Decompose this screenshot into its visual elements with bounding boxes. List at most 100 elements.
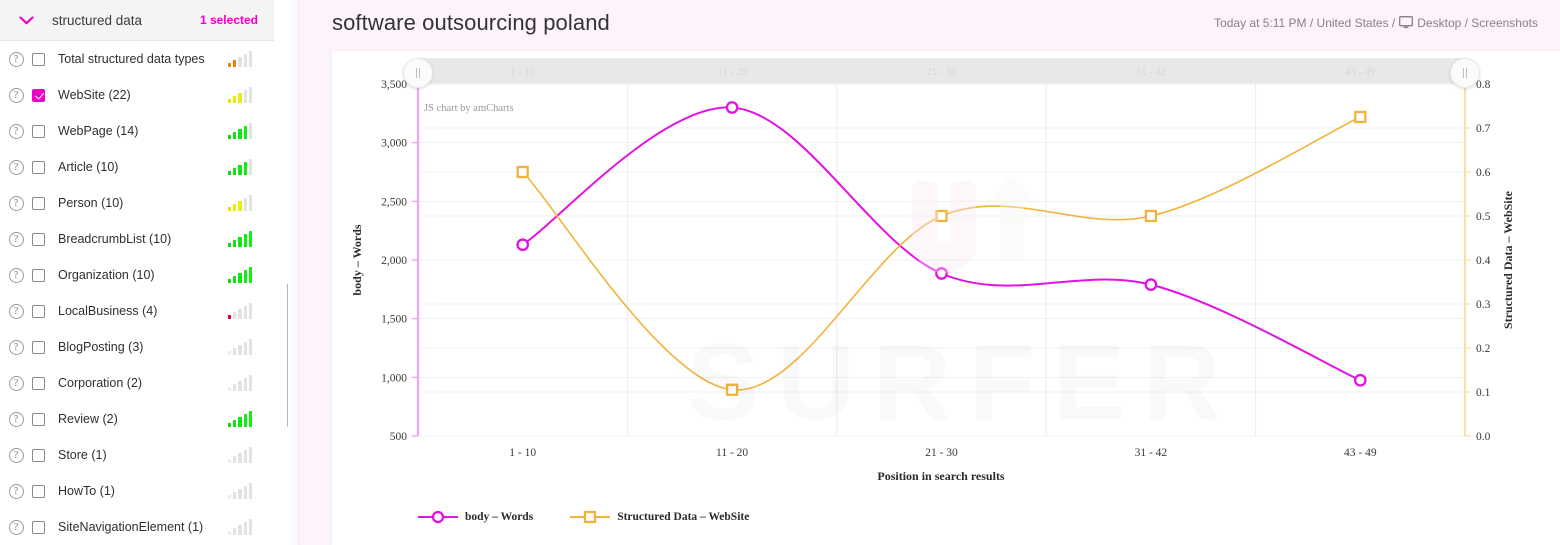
- list-item[interactable]: ? WebSite (22): [0, 77, 274, 113]
- list-item-label: Corporation (2): [58, 376, 143, 390]
- list-item[interactable]: ? BreadcrumbList (10): [0, 221, 274, 257]
- mini-bar-indicator: [228, 519, 274, 535]
- data-point-body-words-2[interactable]: [935, 267, 948, 280]
- item-checkbox[interactable]: [32, 304, 58, 318]
- item-checkbox[interactable]: [32, 448, 58, 462]
- list-item[interactable]: ? Article (10): [0, 149, 274, 185]
- mini-bar-indicator: [228, 339, 274, 355]
- mini-bar: [248, 411, 252, 427]
- list-item-label: BreadcrumbList (10): [58, 232, 172, 246]
- data-point-structured-data-2[interactable]: [935, 209, 948, 223]
- item-checkbox[interactable]: [32, 484, 58, 498]
- list-item[interactable]: ? Store (1): [0, 437, 274, 473]
- question-mark-icon[interactable]: ?: [0, 375, 32, 391]
- main-header: software outsourcing poland Today at 5:1…: [300, 0, 1560, 45]
- list-item[interactable]: ? SiteNavigationElement (1): [0, 509, 274, 545]
- item-checkbox[interactable]: [32, 232, 58, 246]
- question-mark-icon[interactable]: ?: [0, 231, 32, 247]
- list-item[interactable]: ? WebPage (14): [0, 113, 274, 149]
- legend-item-structured-data[interactable]: Structured Data – WebSite: [569, 510, 749, 524]
- list-item[interactable]: ? Person (10): [0, 185, 274, 221]
- mini-bar: [228, 171, 232, 175]
- mini-bar: [243, 342, 247, 355]
- data-point-body-words-3[interactable]: [1144, 278, 1158, 291]
- item-checkbox[interactable]: [32, 268, 58, 282]
- item-checkbox[interactable]: [32, 340, 58, 354]
- item-checkbox[interactable]: [32, 520, 58, 534]
- mini-bar: [248, 519, 252, 535]
- question-mark-icon[interactable]: ?: [0, 195, 32, 211]
- list-item[interactable]: ? Corporation (2): [0, 365, 274, 401]
- sidebar-header[interactable]: structured data 1 selected: [0, 0, 274, 41]
- checkbox-unchecked[interactable]: [32, 160, 45, 174]
- svg-text:2,000: 2,000: [381, 255, 407, 267]
- checkbox-unchecked[interactable]: [32, 484, 45, 498]
- question-mark-icon[interactable]: ?: [0, 51, 32, 67]
- question-mark-icon[interactable]: ?: [0, 303, 32, 319]
- list-item-label: Store (1): [58, 448, 107, 462]
- checkbox-unchecked[interactable]: [32, 232, 45, 246]
- question-mark-icon[interactable]: ?: [0, 123, 32, 139]
- question-mark-icon[interactable]: ?: [0, 339, 32, 355]
- scrollbar-grip-right[interactable]: [1450, 58, 1480, 88]
- question-mark-icon[interactable]: ?: [0, 87, 32, 103]
- line-chart[interactable]: 1 - 10 11 - 20 21 - 30 31 - 42 43 - 49 500 1,…: [332, 51, 1560, 545]
- question-mark-icon[interactable]: ?: [0, 483, 32, 499]
- list-item-label: LocalBusiness (4): [58, 304, 158, 318]
- svg-text:43 - 49: 43 - 49: [1344, 447, 1377, 459]
- checkbox-unchecked[interactable]: [32, 448, 45, 462]
- data-point-structured-data-1[interactable]: [725, 383, 739, 396]
- data-point-structured-data-4[interactable]: [1354, 110, 1367, 124]
- svg-text:0.2: 0.2: [1476, 343, 1491, 355]
- item-checkbox[interactable]: [32, 160, 58, 174]
- item-checkbox[interactable]: [32, 196, 58, 210]
- mini-bar: [248, 339, 252, 355]
- item-checkbox[interactable]: [32, 412, 58, 426]
- item-checkbox[interactable]: [32, 52, 58, 66]
- list-item[interactable]: ? HowTo (1): [0, 473, 274, 509]
- mini-bar: [248, 303, 252, 319]
- svg-text:21 - 30: 21 - 30: [925, 447, 958, 459]
- mini-bar-indicator: [228, 87, 274, 103]
- svg-text:0.7: 0.7: [1476, 123, 1491, 135]
- list-item[interactable]: ? LocalBusiness (4): [0, 293, 274, 329]
- checkbox-unchecked[interactable]: [32, 124, 45, 138]
- question-mark-icon[interactable]: ?: [0, 519, 32, 535]
- item-checkbox[interactable]: [32, 376, 58, 390]
- question-mark-icon[interactable]: ?: [0, 267, 32, 283]
- data-point-structured-data-0[interactable]: [516, 165, 529, 179]
- data-point-structured-data-3[interactable]: [1144, 209, 1158, 223]
- svg-text:1,500: 1,500: [381, 314, 407, 326]
- checkbox-unchecked[interactable]: [32, 304, 45, 318]
- checkbox-unchecked[interactable]: [32, 376, 45, 390]
- item-checkbox[interactable]: [32, 124, 58, 138]
- question-mark-icon[interactable]: ?: [0, 411, 32, 427]
- data-point-body-words-4[interactable]: [1353, 373, 1367, 387]
- data-point-body-words-0[interactable]: [516, 238, 530, 252]
- mini-bar: [233, 384, 237, 391]
- chevron-down-icon[interactable]: [0, 15, 52, 25]
- list-item[interactable]: ? Total structured data types: [0, 41, 274, 77]
- legend-label-structured-data: Structured Data – WebSite: [617, 511, 750, 523]
- question-mark-icon[interactable]: ?: [0, 447, 32, 463]
- question-mark-icon[interactable]: ?: [0, 159, 32, 175]
- mini-bar: [248, 123, 252, 139]
- mini-bar: [238, 417, 242, 427]
- checkbox-unchecked[interactable]: [32, 196, 45, 210]
- checkbox-checked[interactable]: [32, 88, 45, 102]
- data-point-body-words-1[interactable]: [725, 101, 739, 114]
- checkbox-unchecked[interactable]: [32, 340, 45, 354]
- list-item[interactable]: ? BlogPosting (3): [0, 329, 274, 365]
- list-item[interactable]: ? Organization (10): [0, 257, 274, 293]
- checkbox-unchecked[interactable]: [32, 268, 45, 282]
- checkbox-unchecked[interactable]: [32, 520, 45, 534]
- item-checkbox[interactable]: [32, 88, 58, 102]
- checkbox-unchecked[interactable]: [32, 412, 45, 426]
- checkbox-unchecked[interactable]: [32, 52, 45, 66]
- list-item[interactable]: ? Review (2): [0, 401, 274, 437]
- chart-wrapper[interactable]: 1 - 10 11 - 20 21 - 30 31 - 42 43 - 49 500 1,…: [332, 51, 1560, 545]
- mini-bar: [243, 306, 247, 319]
- legend-item-body-words[interactable]: body – Words: [417, 510, 533, 524]
- scrollbar-grip-left[interactable]: [403, 58, 433, 88]
- list-item-label: Review (2): [58, 412, 118, 426]
